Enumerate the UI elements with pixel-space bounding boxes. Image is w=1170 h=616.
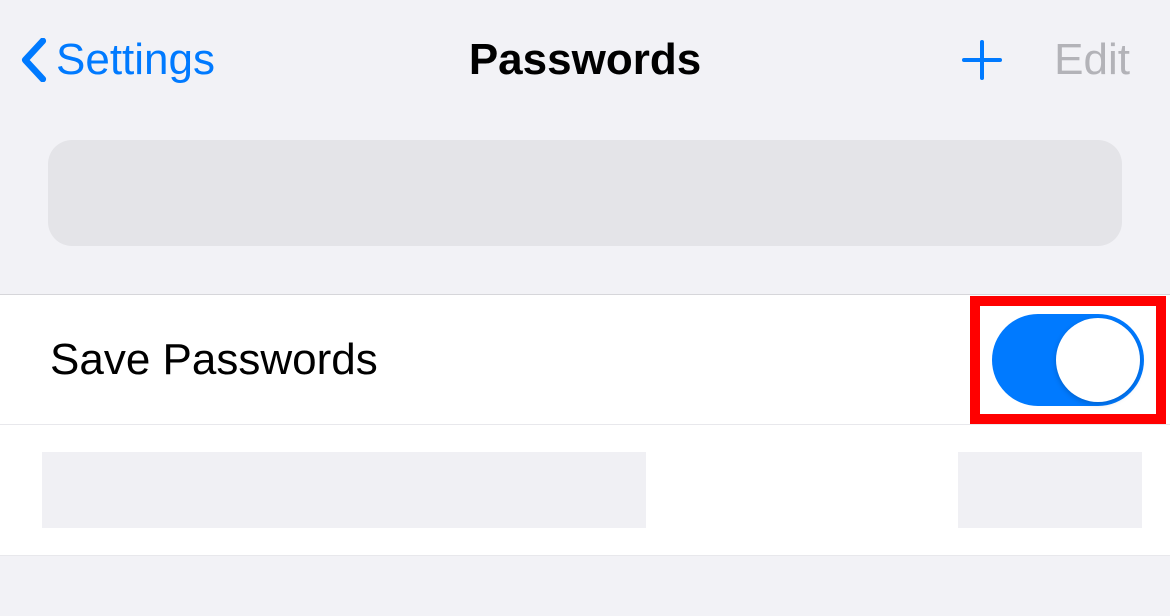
highlight-annotation [970, 296, 1166, 424]
placeholder-block [42, 452, 646, 528]
search-bar-container [0, 110, 1170, 294]
list-item[interactable] [0, 425, 1170, 556]
nav-header: Settings Passwords Edit [0, 0, 1170, 110]
back-button[interactable]: Settings [20, 35, 215, 85]
save-passwords-toggle[interactable] [992, 314, 1144, 406]
placeholder-block [958, 452, 1142, 528]
header-actions: Edit [960, 35, 1130, 85]
page-title: Passwords [469, 35, 701, 85]
toggle-knob [1056, 318, 1140, 402]
save-passwords-row: Save Passwords [0, 295, 1170, 425]
add-button[interactable] [960, 38, 1004, 82]
save-passwords-label: Save Passwords [50, 335, 378, 385]
back-label: Settings [56, 35, 215, 85]
search-input[interactable] [48, 140, 1122, 246]
chevron-back-icon [20, 38, 48, 82]
edit-button[interactable]: Edit [1054, 35, 1130, 85]
